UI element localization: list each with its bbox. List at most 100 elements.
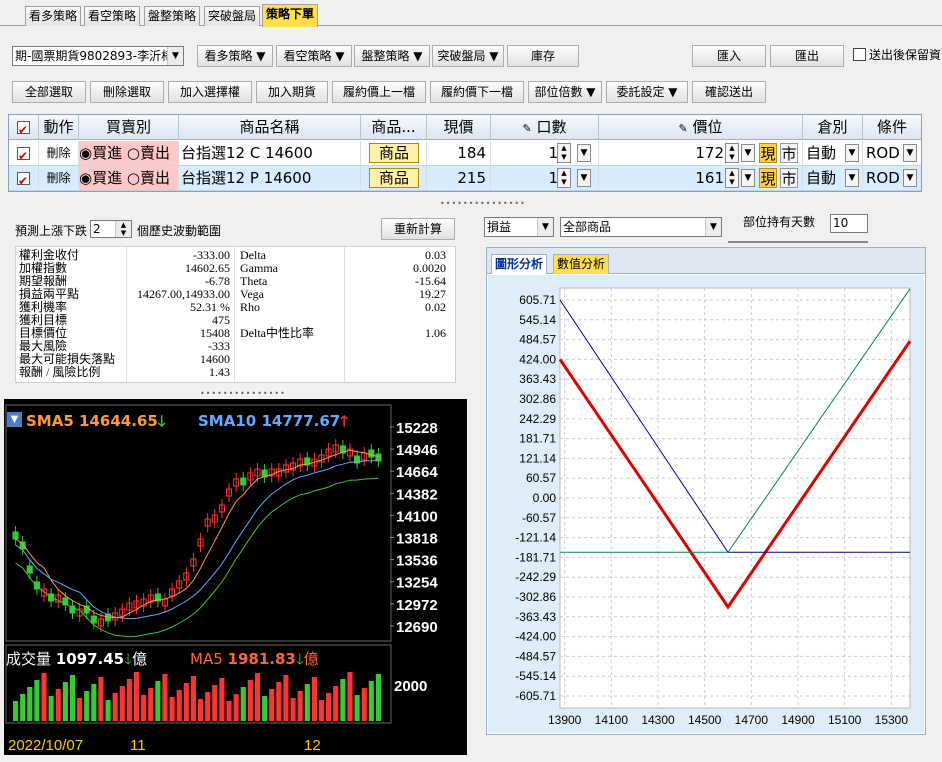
stat-label: 最大可能損失落點 [19, 352, 116, 366]
greek-label: Gamma [240, 261, 278, 275]
position-select[interactable]: 自動 [803, 144, 836, 162]
qty-spinner[interactable]: ▲ ▼ [557, 143, 571, 163]
date-label: 12 [304, 737, 321, 754]
stat-value: 14600 [200, 352, 230, 366]
inventory-button[interactable]: 庫存 [507, 45, 579, 67]
y-tick-label: 545.14 [519, 313, 556, 327]
product-button[interactable]: 商品 [369, 143, 419, 163]
grid-header: 動作 買賣別 商品名稱 商品... 現價 ✎ 口數 ✎ 價位 倉別 條件 [9, 115, 921, 143]
qty-cell: 1 ▲ ▼ ▼ [491, 141, 599, 165]
y-tick-label: 302.86 [519, 392, 556, 406]
y-tick-label: -545.14 [515, 669, 556, 683]
cond-cell: ROD ▼ [863, 166, 921, 190]
volume-bar [148, 688, 154, 721]
chart-menu-icon[interactable]: ▼ [7, 412, 22, 427]
delete-selected-button[interactable]: 刪除選取 [90, 81, 164, 103]
recalculate-button[interactable]: 重新計算 [381, 218, 455, 240]
market-price-button[interactable]: 市 [780, 168, 798, 188]
cond-dropdown[interactable]: ▼ [903, 144, 917, 162]
position-dropdown[interactable]: ▼ [845, 144, 859, 162]
market-price-button[interactable]: 市 [780, 143, 798, 163]
spinner-arrows-icon: ▲ ▼ [115, 221, 131, 237]
qty-dropdown[interactable]: ▼ [577, 144, 591, 162]
order-grid: 動作 買賣別 商品名稱 商品... 現價 ✎ 口數 ✎ 價位 倉別 條件 刪除 … [8, 114, 922, 192]
order-setting-button[interactable]: 委託設定 ▼ [606, 81, 688, 103]
sell-radio[interactable]: ○ [127, 144, 140, 162]
position-dropdown[interactable]: ▼ [845, 169, 859, 187]
strike-up-button[interactable]: 履約價上一檔 [332, 81, 426, 103]
cond-select[interactable]: ROD [863, 169, 900, 187]
volume-bar [247, 680, 253, 721]
volume-bar [276, 682, 282, 721]
now-price-button[interactable]: 現 [759, 143, 777, 163]
confirm-send-button[interactable]: 確認送出 [692, 81, 766, 103]
strike-down-button[interactable]: 履約價下一檔 [430, 81, 524, 103]
header-cond: 條件 [876, 118, 907, 136]
price-dropdown[interactable]: ▼ [741, 169, 755, 187]
tab-bull[interactable]: 看多策略 [25, 6, 82, 26]
delete-link[interactable]: 刪除 [39, 141, 79, 165]
price-spinner[interactable]: ▲ ▼ [725, 143, 739, 163]
add-future-button[interactable]: 加入期貨 [256, 81, 328, 103]
header-select-all[interactable] [9, 115, 39, 143]
volume-bar [176, 690, 182, 721]
keep-after-send-checkbox[interactable] [853, 48, 866, 61]
hold-days-slider[interactable] [728, 233, 868, 243]
volume-bar [41, 673, 47, 721]
select-all-button[interactable]: 全部選取 [12, 81, 86, 103]
tab-bear[interactable]: 看空策略 [84, 6, 141, 26]
volume-bar [34, 680, 40, 721]
row-checkbox[interactable] [17, 144, 30, 165]
price-dropdown[interactable]: ▼ [741, 144, 755, 162]
forecast-spinner[interactable]: 2 ▲ ▼ [90, 220, 132, 238]
product-button[interactable]: 商品 [369, 168, 419, 188]
position-cell: 自動 ▼ [803, 166, 863, 190]
date-label: 11 [130, 737, 146, 754]
breakout-strategy-button[interactable]: 突破盤局 ▼ [432, 45, 504, 67]
volume-bar [254, 673, 261, 721]
payoff-panel: 圖形分析 數值分析 605.71 545.14 484.57 424.00 363.43… [486, 247, 926, 735]
export-button[interactable]: 匯出 [770, 45, 844, 67]
price-input[interactable]: 172 [695, 141, 724, 165]
greek-label: Delta中性比率 [240, 326, 314, 340]
qty-dropdown[interactable]: ▼ [577, 169, 591, 187]
cond-select[interactable]: ROD [863, 144, 900, 162]
import-button[interactable]: 匯入 [692, 45, 766, 67]
bear-strategy-button[interactable]: 看空策略 ▼ [276, 45, 352, 67]
range-strategy-button[interactable]: 盤整策略 ▼ [354, 45, 430, 67]
side-radio-group: ◉買進 ○賣出 [79, 141, 179, 165]
position-select[interactable]: 自動 [803, 169, 836, 187]
order-row[interactable]: 刪除 ◉買進 ○賣出 台指選12 C 14600 商品 184 1 ▲▼ ▼ 1… [9, 141, 921, 166]
volume-bar [183, 683, 189, 721]
vertical-splitter[interactable] [470, 230, 472, 510]
bull-strategy-button[interactable]: 看多策略 ▼ [197, 45, 273, 67]
tab-range[interactable]: 盤整策略 [144, 6, 201, 26]
row-checkbox[interactable] [17, 169, 30, 190]
chevron-down-icon: ▼ [537, 218, 553, 236]
price-input[interactable]: 161 [695, 166, 724, 190]
greek-value: 19.27 [419, 287, 446, 301]
volume-bar [62, 682, 68, 721]
tab-strategy-order[interactable]: 策略下單 [262, 4, 319, 27]
account-select[interactable]: 期-國票期貨9802893-李沂樺 ▼ [12, 46, 184, 66]
splitter-grip[interactable]: ••••••••••••••• [440, 199, 526, 208]
splitter-grip[interactable]: ••••••••••••••• [200, 389, 286, 398]
product-filter-select[interactable]: 全部商品 ▼ [560, 217, 722, 237]
volume-tick-label: 2000 [394, 678, 427, 695]
metric-select[interactable]: 損益 ▼ [484, 217, 554, 237]
add-option-button[interactable]: 加入選擇權 [168, 81, 252, 103]
multiplier-button[interactable]: 部位倍數 ▼ [528, 81, 602, 103]
qty-spinner[interactable]: ▲ ▼ [557, 168, 571, 188]
y-tick-label: -242.29 [515, 570, 556, 584]
now-price-button[interactable]: 現 [759, 168, 777, 188]
tab-breakout[interactable]: 突破盤局 [204, 6, 261, 26]
hold-days-input[interactable]: 10 [830, 214, 868, 233]
buy-radio[interactable]: ◉ [79, 169, 92, 187]
cond-dropdown[interactable]: ▼ [903, 169, 917, 187]
order-row[interactable]: 刪除 ◉買進 ○賣出 台指選12 P 14600 商品 215 1 ▲▼ ▼ 1… [9, 166, 921, 191]
price-spinner[interactable]: ▲ ▼ [725, 168, 739, 188]
delete-link[interactable]: 刪除 [39, 166, 79, 190]
header-action: 動作 [39, 115, 79, 140]
sell-radio[interactable]: ○ [127, 169, 140, 187]
buy-radio[interactable]: ◉ [79, 144, 92, 162]
